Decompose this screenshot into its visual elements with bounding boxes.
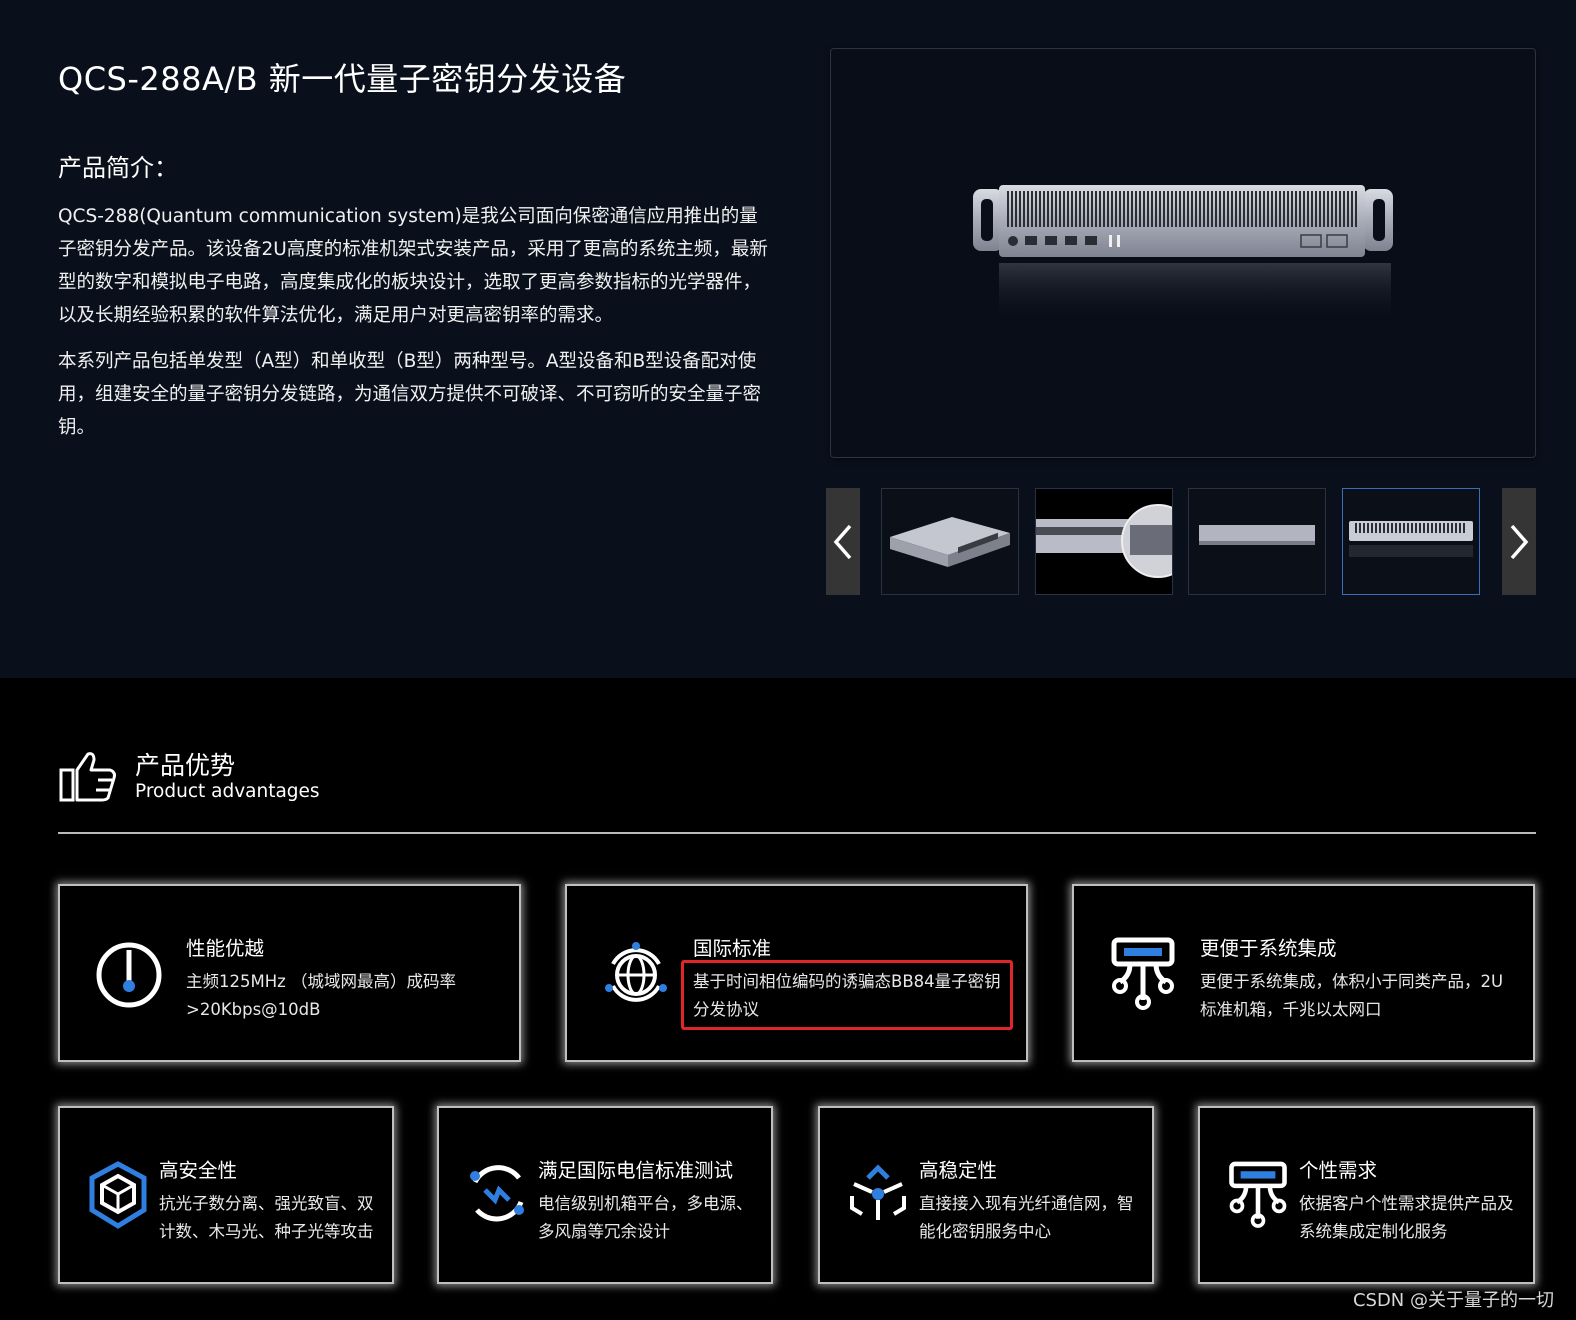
advantage-card-custom: 个性需求 依据客户个性需求提供产品及系统集成定制化服务 (1198, 1106, 1535, 1284)
gallery-thumb-4[interactable] (1342, 488, 1480, 595)
rack-device-image (890, 517, 1010, 567)
intro-paragraph-2: 本系列产品包括单发型（A型）和单收型（B型）两种型号。A型设备和B型设备配对使用… (58, 351, 762, 438)
custom-device-icon (1226, 1160, 1290, 1234)
card-title: 性能优越 (186, 937, 265, 960)
advantages-title: 产品优势 (135, 751, 236, 780)
section-divider (58, 832, 1536, 834)
card-desc: 依据客户个性需求提供产品及系统集成定制化服务 (1299, 1194, 1514, 1241)
card-desc: 抗光子数分离、强光致盲、双计数、木马光、种子光等攻击 (159, 1194, 374, 1241)
chevron-right-icon (1510, 524, 1529, 559)
card-title: 高安全性 (159, 1159, 238, 1182)
gallery-thumb-1[interactable] (881, 488, 1019, 595)
gallery-thumb-3[interactable] (1188, 488, 1326, 595)
advantages-subtitle: Product advantages (135, 781, 320, 802)
advantage-card-stability: 高稳定性 直接接入现有光纤通信网，智能化密钥服务中心 (818, 1106, 1154, 1284)
cube-shield-icon (86, 1160, 150, 1234)
card-title: 高稳定性 (919, 1159, 998, 1182)
advantage-card-security: 高安全性 抗光子数分离、强光致盲、双计数、木马光、种子光等攻击 (58, 1106, 394, 1284)
signal-cycle-icon (465, 1162, 529, 1230)
card-desc: 更便于系统集成，体积小于同类产品，2U标准机箱，千兆以太网口 (1200, 972, 1504, 1019)
advantage-card-standard: 国际标准 基于时间相位编码的诱骗态BB84量子密钥分发协议 (565, 884, 1028, 1062)
thumbs-up-icon (59, 752, 116, 802)
rack-device-image (1199, 525, 1315, 545)
device-detail-image (1036, 504, 1172, 578)
card-title: 国际标准 (693, 937, 772, 960)
card-desc: 直接接入现有光纤通信网，智能化密钥服务中心 (919, 1194, 1134, 1241)
gauge-icon (94, 940, 164, 1014)
advantages-header (58, 750, 118, 808)
intro-paragraph-1: QCS-288(Quantum communication system)是我公… (58, 206, 768, 326)
advantage-card-integration: 更便于系统集成 更便于系统集成，体积小于同类产品，2U标准机箱，千兆以太网口 (1072, 884, 1535, 1062)
highlight-box (681, 960, 1013, 1030)
card-desc: 电信级别机箱平台，多电源、多风扇等冗余设计 (538, 1194, 753, 1241)
rack-device-image (973, 185, 1393, 323)
intro-heading: 产品简介： (58, 154, 178, 182)
advantage-card-performance: 性能优越 主频125MHz （城域网最高）成码率>20Kbps@10dB (58, 884, 521, 1062)
hub-icon (846, 1162, 910, 1230)
product-title: QCS-288A/B 新一代量子密钥分发设备 (58, 60, 627, 98)
gallery-next-button[interactable] (1502, 488, 1536, 595)
advantage-card-telecom: 满足国际电信标准测试 电信级别机箱平台，多电源、多风扇等冗余设计 (437, 1106, 773, 1284)
main-product-image (830, 48, 1536, 458)
card-desc: 主频125MHz （城域网最高）成码率>20Kbps@10dB (186, 972, 457, 1019)
globe-icon (601, 940, 671, 1014)
network-device-icon (1108, 936, 1178, 1016)
card-title: 更便于系统集成 (1200, 937, 1337, 960)
card-title: 个性需求 (1299, 1159, 1378, 1182)
watermark: CSDN @关于量子的一切 (1352, 1290, 1554, 1311)
card-title: 满足国际电信标准测试 (538, 1159, 734, 1182)
gallery-thumb-2[interactable] (1035, 488, 1173, 595)
chevron-left-icon (833, 524, 852, 559)
rack-device-image (1349, 521, 1473, 557)
gallery-prev-button[interactable] (826, 488, 860, 595)
